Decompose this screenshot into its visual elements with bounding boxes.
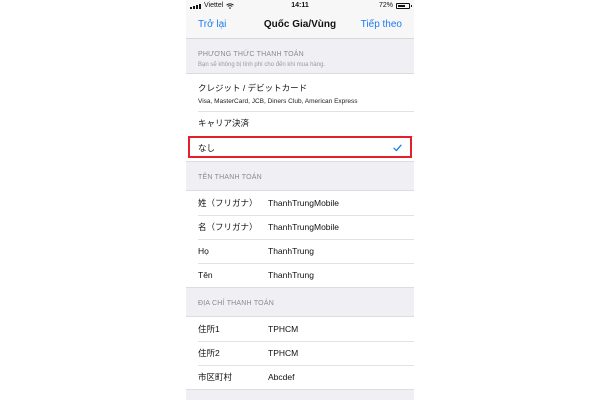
- payment-option-sub: Visa, MasterCard, JCB, Diners Club, Amer…: [198, 98, 358, 105]
- battery-fill: [398, 5, 405, 7]
- billing-name-field[interactable]: Tên ThanhTrung: [186, 263, 414, 287]
- checkmark-icon: [393, 144, 402, 152]
- field-value: Abcdef: [268, 372, 295, 382]
- payment-option-label: キャリア決済: [198, 118, 250, 128]
- payment-option-card[interactable]: クレジット / デビットカード Visa, MasterCard, JCB, D…: [186, 74, 414, 111]
- billing-address-field[interactable]: 市区町村 Abcdef: [186, 365, 414, 389]
- field-value: ThanhTrungMobile: [268, 198, 340, 208]
- payment-method-subheader: Bạn sẽ không bị tính phí cho đến khi mua…: [198, 62, 326, 68]
- field-label: 姓（フリガナ）: [198, 198, 258, 208]
- billing-address-field[interactable]: 住所2 TPHCM: [186, 341, 414, 365]
- status-bar: Viettel 14:11 72%: [186, 0, 414, 12]
- payment-method-header: PHƯƠNG THỨC THANH TOÁN Bạn sẽ không bị t…: [186, 39, 414, 73]
- field-value: TPHCM: [268, 348, 299, 358]
- payment-option-carrier[interactable]: キャリア決済: [186, 111, 414, 136]
- payment-option-label: クレジット / デビットカード: [198, 83, 308, 93]
- billing-name-field[interactable]: 名（フリガナ） ThanhTrungMobile: [186, 215, 414, 239]
- payment-method-title: PHƯƠNG THỨC THANH TOÁN: [198, 51, 304, 58]
- payment-option-none[interactable]: なし: [186, 136, 414, 161]
- battery-icon: [396, 3, 412, 9]
- payment-method-list: クレジット / デビットカード Visa, MasterCard, JCB, D…: [186, 73, 414, 162]
- field-label: Tên: [198, 270, 213, 280]
- battery-percent: 72%: [378, 2, 393, 9]
- next-button[interactable]: Tiếp theo: [361, 19, 402, 30]
- field-value: ThanhTrung: [268, 270, 314, 280]
- payment-option-label: なし: [198, 143, 216, 153]
- billing-address-list: 住所1 TPHCM 住所2 TPHCM 市区町村 Abcdef: [186, 316, 414, 390]
- field-label: 名（フリガナ）: [198, 222, 258, 232]
- billing-address-header: ĐỊA CHỈ THANH TOÁN: [198, 300, 274, 307]
- status-right: 72%: [378, 0, 412, 12]
- billing-name-header: TÊN THANH TOÁN: [198, 174, 262, 181]
- billing-name-field[interactable]: Họ ThanhTrung: [186, 239, 414, 263]
- field-label: Họ: [198, 246, 209, 256]
- billing-name-field[interactable]: 姓（フリガナ） ThanhTrungMobile: [186, 191, 414, 215]
- field-label: 市区町村: [198, 372, 233, 382]
- field-label: 住所1: [198, 324, 220, 334]
- billing-name-list: 姓（フリガナ） ThanhTrungMobile 名（フリガナ） ThanhTr…: [186, 190, 414, 288]
- field-value: TPHCM: [268, 324, 299, 334]
- field-value: ThanhTrungMobile: [268, 222, 340, 232]
- billing-address-field[interactable]: 住所1 TPHCM: [186, 317, 414, 341]
- navigation-bar: Trở lại Quốc Gia/Vùng Tiếp theo: [186, 12, 414, 39]
- field-value: ThanhTrung: [268, 246, 314, 256]
- field-label: 住所2: [198, 348, 220, 358]
- phone-screen: Viettel 14:11 72% Trở lại Quốc Gia/Vùng …: [186, 0, 414, 400]
